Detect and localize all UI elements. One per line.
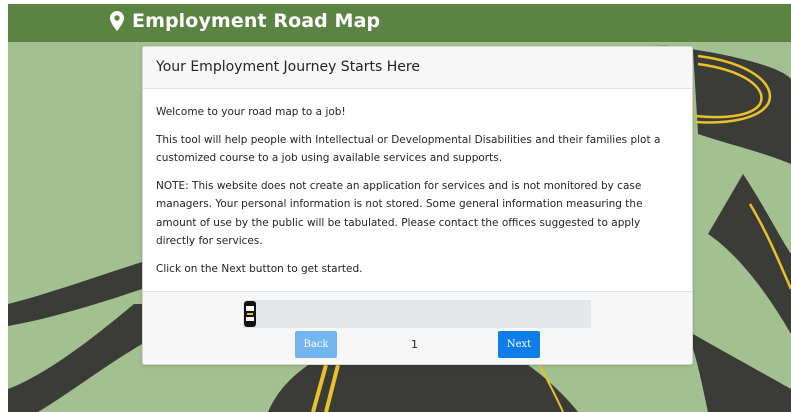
progress-track bbox=[243, 300, 591, 328]
back-button[interactable]: Back bbox=[295, 331, 337, 358]
instruction-text: Click on the Next button to get started. bbox=[156, 262, 363, 275]
tool-description-text: This tool will help people with Intellec… bbox=[156, 133, 661, 165]
app-header: Employment Road Map bbox=[8, 4, 791, 42]
next-button[interactable]: Next bbox=[498, 331, 540, 358]
note-text: NOTE: This website does not create an ap… bbox=[156, 179, 643, 248]
app-stage: Employment Road Map Your Employment Jour… bbox=[8, 4, 791, 412]
car-icon bbox=[243, 300, 257, 333]
card-footer: Back 1 Next bbox=[143, 291, 692, 364]
card-body: Welcome to your road map to a job! This … bbox=[156, 103, 682, 287]
map-pin-icon bbox=[110, 11, 124, 36]
welcome-text: Welcome to your road map to a job! bbox=[156, 106, 346, 118]
app-title: Employment Road Map bbox=[132, 10, 381, 32]
card-title: Your Employment Journey Starts Here bbox=[156, 59, 420, 75]
card-header: Your Employment Journey Starts Here bbox=[143, 47, 692, 89]
page-number: 1 bbox=[411, 338, 418, 351]
journey-card: Your Employment Journey Starts Here Welc… bbox=[142, 46, 693, 365]
